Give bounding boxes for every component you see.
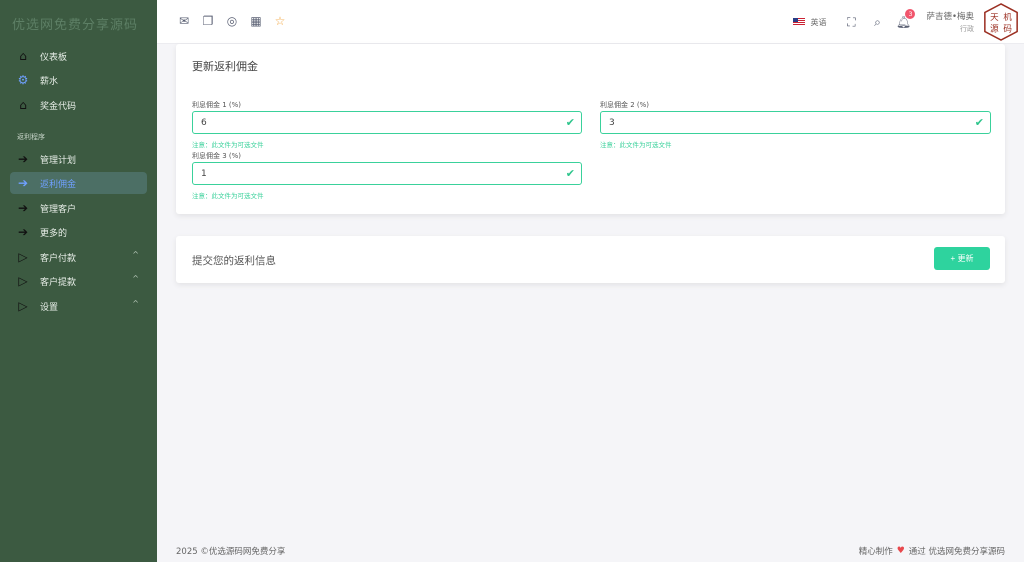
sidebar-item-bonus-code[interactable]: ⌂ 奖金代码 [10,94,147,116]
heart-icon: ♥ [896,546,905,556]
us-flag-icon [793,18,806,26]
arrow-right-icon: ➔ [17,152,29,166]
footer-made-with: 精心制作 [858,547,893,557]
arrow-right-icon: ➔ [17,176,29,190]
caret-up-icon: ^ [132,299,139,308]
home-icon: ⌂ [19,49,27,63]
language-label: 英语 [810,17,827,27]
sidebar-item-manage-customers[interactable]: ➔ 管理客户 [10,197,147,219]
topbar: ✉ ❐ ◎ ▦ ☆ 英语 ⛶ ⌕ 🔔︎ 3 萨吉德•梅奥 行政 天 机 源 码 [157,0,1024,44]
input-value: 1 [201,169,207,179]
sidebar-section-label: 返利程序 [17,133,45,141]
field-hint: 注意：此文件为可选文件 [192,192,264,200]
sidebar-item-label: 设置 [40,302,59,313]
input-value: 6 [201,118,207,128]
rebate-commission-card: 更新返利佣金 利息佣金 1 (%) 6 ✔ 注意：此文件为可选文件 利息佣金 2… [176,44,1005,214]
avatar-text-3: 源 [990,24,999,35]
input-value: 3 [609,118,615,128]
card-title: 更新返利佣金 [192,60,258,73]
quick-icons: ✉ ❐ ◎ ▦ ☆ [177,14,287,28]
avatar-text-4: 码 [1003,24,1012,35]
commission-2-input[interactable]: 3 ✔ [600,111,991,134]
check-icon: ✔ [974,116,984,129]
commission-1-input[interactable]: 6 ✔ [192,111,582,134]
sidebar-item-label: 管理客户 [40,204,77,215]
sidebar-item-more[interactable]: ➔ 更多的 [10,221,147,243]
submit-card: 提交您的返利信息 + 更新 [176,236,1005,283]
calendar-icon[interactable]: ▦ [249,14,263,28]
update-button[interactable]: + 更新 [934,247,990,270]
field-hint: 注意：此文件为可选文件 [192,141,264,149]
user-menu[interactable]: 萨吉德•梅奥 行政 [926,10,974,34]
sidebar-item-customer-withdrawals[interactable]: ▷ 客户提款 ^ [10,270,147,292]
arrow-right-icon: ➔ [17,225,29,239]
caret-up-icon: ^ [132,274,139,283]
check-icon: ✔ [565,167,575,180]
sidebar-item-label: 返利佣金 [40,179,77,190]
language-selector[interactable]: 英语 [793,17,826,28]
play-icon: ▷ [18,299,28,313]
bell-icon[interactable]: 🔔︎ 3 [896,9,916,29]
sidebar-item-settings[interactable]: ▷ 设置 ^ [10,295,147,317]
footer-credits: 精心制作 ♥ 通过 优选网免费分享源码 [859,545,1005,557]
submit-card-title: 提交您的返利信息 [192,255,276,267]
sidebar-item-label: 更多的 [40,228,68,239]
caret-up-icon: ^ [132,250,139,259]
fullscreen-icon[interactable]: ⛶ [844,15,858,29]
sidebar-item-label: 管理计划 [40,155,77,166]
check-circle-icon[interactable]: ◎ [225,14,239,28]
sidebar-item-salary[interactable]: ⚙ 薪水 [10,69,147,91]
sidebar-item-label: 奖金代码 [40,101,77,112]
sidebar-item-label: 薪水 [40,76,59,87]
gear-icon: ⚙ [17,73,29,87]
footer-by: 通过 优选网免费分享源码 [908,547,1005,557]
sidebar-item-label: 仪表板 [40,52,68,63]
avatar[interactable]: 天 机 源 码 [982,3,1020,41]
user-role: 行政 [960,25,974,33]
field-label-commission-3: 利息佣金 3 (%) [192,152,242,160]
play-icon: ▷ [18,274,28,288]
brand-logo-text[interactable]: 优选网免费分享源码 [0,0,157,40]
commission-3-input[interactable]: 1 ✔ [192,162,582,185]
sidebar: 优选网免费分享源码 ⌂ 仪表板 ⚙ 薪水 ⌂ 奖金代码 返利程序 ➔ 管理计划 … [0,0,157,562]
mail-icon[interactable]: ✉ [177,14,191,28]
sidebar-item-manage-plans[interactable]: ➔ 管理计划 [10,148,147,170]
chat-icon[interactable]: ❐ [201,14,215,28]
sidebar-item-dashboard[interactable]: ⌂ 仪表板 [10,45,147,67]
footer-copyright: 2025 ©优选源码网免费分享 [176,547,286,557]
home-icon: ⌂ [19,98,27,112]
field-hint: 注意：此文件为可选文件 [600,141,672,149]
field-label-commission-2: 利息佣金 2 (%) [600,101,650,109]
sidebar-item-rebate-commission[interactable]: ➔ 返利佣金 [10,172,147,194]
topbar-right: 英语 ⛶ ⌕ 🔔︎ 3 萨吉德•梅奥 行政 天 机 源 码 [793,0,1024,44]
sidebar-item-label: 客户付款 [40,253,77,264]
search-icon[interactable]: ⌕ [870,15,884,29]
play-icon: ▷ [18,250,28,264]
field-label-commission-1: 利息佣金 1 (%) [192,101,242,109]
notification-badge: 3 [905,9,916,19]
check-icon: ✔ [565,116,575,129]
user-name: 萨吉德•梅奥 [926,12,974,22]
arrow-right-icon: ➔ [17,201,29,215]
avatar-text-1: 天 [990,13,999,23]
sidebar-item-label: 客户提款 [40,277,77,288]
star-icon[interactable]: ☆ [273,14,287,28]
sidebar-item-customer-payments[interactable]: ▷ 客户付款 ^ [10,246,147,268]
avatar-text-2: 机 [1003,11,1012,23]
